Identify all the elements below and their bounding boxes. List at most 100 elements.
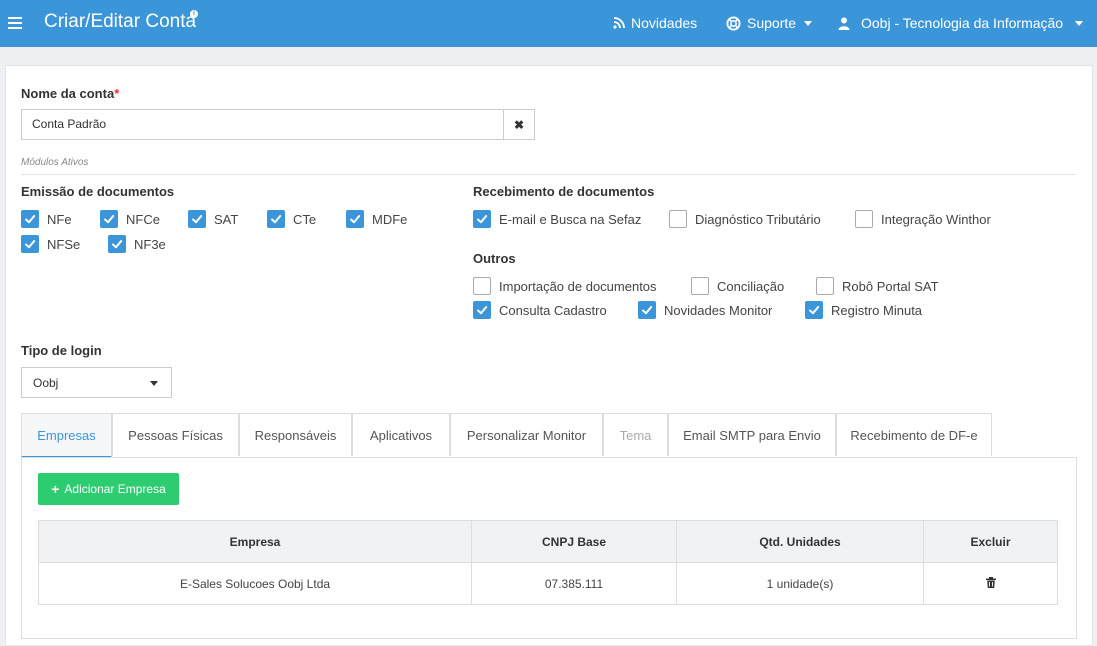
checkbox-label: NFCe [126,211,160,227]
login-type-value: Oobj [33,376,59,390]
checkbox-label: NF3e [134,236,166,252]
checkbox-sat[interactable]: SAT [188,210,238,228]
checkbox-diagnostico-tributario[interactable]: Diagnóstico Tributário [669,210,821,228]
checkbox-registro-minuta[interactable]: Registro Minuta [805,301,922,319]
nav-user-menu[interactable]: Oobj - Tecnologia da Informação [838,15,1084,31]
tab-panel-empresas: + Adicionar Empresa Empresa CNPJ Base Qt… [21,457,1077,639]
checkbox-checked-icon [21,210,39,228]
column-header[interactable]: Empresa [38,520,472,563]
account-name-label-text: Nome da conta [21,86,115,101]
checkbox-robo-portal-sat[interactable]: Robô Portal SAT [816,277,939,295]
empresas-table: Empresa CNPJ Base Qtd. Unidades Excluir … [38,520,1058,605]
checkbox-nfce[interactable]: NFCe [100,210,160,228]
checkbox-label: CTe [293,211,317,227]
tab-responsaveis[interactable]: Responsáveis [239,413,352,456]
checkbox-checked-icon [346,210,364,228]
hamburger-menu-icon[interactable] [8,14,22,32]
checkbox-label: Registro Minuta [831,302,923,318]
add-empresa-label: Adicionar Empresa [64,482,166,496]
checkbox-mdfe[interactable]: MDFe [346,210,407,228]
nav-suporte[interactable]: Suporte [726,15,813,31]
checkbox-email-busca-sefaz[interactable]: E-mail e Busca na Sefaz [473,210,641,228]
checkbox-conciliacao[interactable]: Conciliação [691,277,784,295]
clear-icon[interactable]: ✖ [503,110,534,139]
chevron-down-icon [150,381,158,386]
emissao-title: Emissão de documentos [21,184,175,199]
column-header[interactable]: CNPJ Base [471,520,677,563]
column-header[interactable]: Qtd. Unidades [676,520,924,563]
checkbox-label: NFe [47,211,72,227]
checkbox-novidades-monitor[interactable]: Novidades Monitor [638,301,772,319]
checkbox-label: E-mail e Busca na Sefaz [499,211,642,227]
tab-personalizar-monitor[interactable]: Personalizar Monitor [450,413,603,456]
chevron-down-icon [1075,20,1084,26]
cell-cnpj: 07.385.111 [471,562,677,605]
tab-pessoas-fisicas[interactable]: Pessoas Físicas [112,413,239,456]
table-row: E-Sales Solucoes Oobj Ltda 07.385.111 1 … [38,562,1058,605]
table-header-row: Empresa CNPJ Base Qtd. Unidades Excluir [38,520,1058,563]
checkbox-integracao-winthor[interactable]: Integração Winthor [855,210,991,228]
info-icon[interactable]: i [190,10,198,18]
column-header: Excluir [923,520,1058,563]
user-icon [838,17,850,30]
checkbox-checked-icon [473,301,491,319]
checkbox-unchecked-icon [669,210,687,228]
trash-icon[interactable] [985,576,996,588]
add-empresa-button[interactable]: + Adicionar Empresa [38,473,179,505]
checkbox-checked-icon [638,301,656,319]
recebimento-title: Recebimento de documentos [473,184,655,199]
checkbox-label: SAT [214,211,239,227]
checkbox-unchecked-icon [473,277,491,295]
account-name-field: ✖ [21,109,535,140]
checkbox-unchecked-icon [816,277,834,295]
checkbox-cte[interactable]: CTe [267,210,316,228]
checkbox-checked-icon [21,235,39,253]
checkbox-nf3e[interactable]: NF3e [108,235,166,253]
top-bar: Criar/Editar Conta i Novidades Suporte O… [0,0,1097,47]
modules-note: Módulos Ativos [21,157,89,168]
nav-suporte-label: Suporte [747,15,797,31]
checkbox-nfse[interactable]: NFSe [21,235,80,253]
checkbox-label: Integração Winthor [881,211,991,227]
checkbox-checked-icon [473,210,491,228]
required-mark: * [114,86,120,101]
main-panel: Nome da conta* ✖ Módulos Ativos Emissão … [5,65,1093,646]
checkbox-label: Consulta Cadastro [499,302,607,318]
account-name-input[interactable] [22,110,512,137]
nav-user-label: Oobj - Tecnologia da Informação [861,15,1064,31]
checkbox-label: Diagnóstico Tributário [695,211,821,227]
checkbox-label: Novidades Monitor [664,302,773,318]
checkbox-importacao-documentos[interactable]: Importação de documentos [473,277,657,295]
tab-email-smtp[interactable]: Email SMTP para Envio [668,413,836,456]
cell-empresa: E-Sales Solucoes Oobj Ltda [38,562,472,605]
cell-excluir [923,562,1058,605]
account-name-label: Nome da conta* [21,86,119,101]
nav-novidades[interactable]: Novidades [613,15,697,31]
rss-icon [613,17,625,29]
tab-empresas[interactable]: Empresas [21,413,112,458]
checkbox-label: MDFe [372,211,408,227]
life-ring-icon [726,15,741,31]
checkbox-nfe[interactable]: NFe [21,210,72,228]
checkbox-label: Conciliação [717,278,785,294]
plus-icon: + [51,481,60,497]
checkbox-checked-icon [108,235,126,253]
page-title: Criar/Editar Conta [44,11,197,32]
checkbox-checked-icon [805,301,823,319]
checkbox-unchecked-icon [691,277,709,295]
login-type-label: Tipo de login [21,343,102,358]
outros-title: Outros [473,251,516,266]
nav-novidades-label: Novidades [631,15,698,31]
tab-aplicativos[interactable]: Aplicativos [352,413,450,456]
divider [21,174,1076,175]
login-type-select[interactable]: Oobj [21,367,172,398]
checkbox-label: Importação de documentos [499,278,657,294]
cell-qtd: 1 unidade(s) [676,562,924,605]
chevron-down-icon [804,20,813,26]
checkbox-checked-icon [267,210,285,228]
checkbox-label: NFSe [47,236,81,252]
tab-recebimento-dfe[interactable]: Recebimento de DF-e [836,413,992,456]
checkbox-label: Robô Portal SAT [842,278,939,294]
checkbox-checked-icon [100,210,118,228]
checkbox-consulta-cadastro[interactable]: Consulta Cadastro [473,301,607,319]
